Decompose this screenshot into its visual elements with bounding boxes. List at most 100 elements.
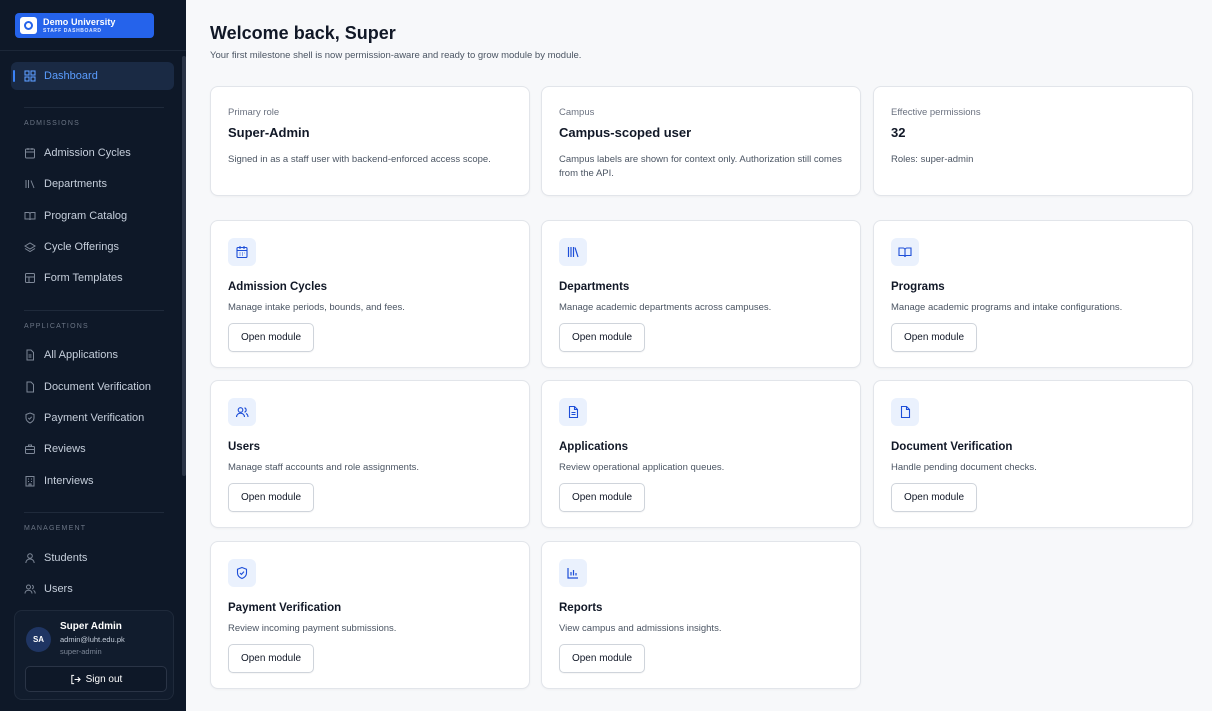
sidebar-item-label: Program Catalog	[44, 210, 128, 222]
stat-card-campus: Campus Campus-scoped user Campus labels …	[541, 86, 861, 196]
user-role: super-admin	[60, 647, 102, 656]
module-title: Reports	[559, 602, 603, 614]
sidebar-item-label: Dashboard	[44, 70, 98, 82]
brand-title: Demo University	[43, 16, 116, 27]
sidebar-item-label: Reviews	[44, 443, 86, 455]
sidebar-scrollbar[interactable]	[182, 56, 186, 476]
open-module-button[interactable]: Open module	[559, 644, 645, 673]
module-description: View campus and admissions insights.	[559, 623, 722, 634]
page-title: Welcome back, Super	[210, 23, 396, 43]
sidebar-item-label: Cycle Offerings	[44, 241, 119, 253]
sidebar-item-reviews[interactable]: Reviews	[24, 441, 86, 457]
open-module-button[interactable]: Open module	[228, 644, 314, 673]
divider	[0, 50, 186, 51]
section-label-applications: APPLICATIONS	[24, 323, 89, 330]
module-card-departments: Departments Manage academic departments …	[541, 220, 861, 368]
sidebar-item-label: Students	[44, 552, 88, 564]
sidebar-item-admission-cycles[interactable]: Admission Cycles	[24, 145, 131, 161]
sign-out-button[interactable]: Sign out	[25, 666, 167, 692]
sidebar-item-label: All Applications	[44, 349, 118, 361]
divider	[24, 310, 164, 311]
stat-description: Roles: super-admin	[891, 154, 974, 165]
open-module-button[interactable]: Open module	[228, 483, 314, 512]
module-title: Document Verification	[891, 441, 1013, 453]
open-module-button[interactable]: Open module	[559, 483, 645, 512]
file-text-icon	[559, 398, 587, 426]
stat-card-permissions: Effective permissions 32 Roles: super-ad…	[873, 86, 1193, 196]
stat-label: Primary role	[228, 107, 280, 118]
sidebar-item-users[interactable]: Users	[24, 581, 73, 597]
dashboard-grid-icon	[24, 70, 36, 82]
users-icon	[24, 583, 36, 595]
sidebar-item-payment-verification[interactable]: Payment Verification	[24, 410, 144, 426]
library-icon	[24, 178, 36, 190]
user-icon	[24, 552, 36, 564]
open-module-button[interactable]: Open module	[228, 323, 314, 352]
building-icon	[24, 475, 36, 487]
form-template-icon	[24, 272, 36, 284]
shield-check-icon	[24, 412, 36, 424]
users-icon	[228, 398, 256, 426]
module-description: Manage academic departments across campu…	[559, 302, 772, 313]
module-title: Departments	[559, 281, 630, 293]
module-card-document-verification: Document Verification Handle pending doc…	[873, 380, 1193, 528]
divider	[24, 107, 164, 108]
layers-icon	[24, 241, 36, 253]
stat-description: Campus labels are shown for context only…	[559, 154, 842, 179]
sign-out-icon	[70, 674, 81, 684]
open-module-button[interactable]: Open module	[891, 483, 977, 512]
sidebar-item-label: Form Templates	[44, 272, 123, 284]
module-card-admission-cycles: Admission Cycles Manage intake periods, …	[210, 220, 530, 368]
avatar: SA	[26, 627, 51, 652]
module-title: Payment Verification	[228, 602, 342, 614]
sidebar-item-program-catalog[interactable]: Program Catalog	[24, 208, 127, 224]
bar-chart-icon	[559, 559, 587, 587]
stat-label: Effective permissions	[891, 107, 981, 118]
shield-check-icon	[228, 559, 256, 587]
calendar-icon	[228, 238, 256, 266]
open-module-button[interactable]: Open module	[559, 323, 645, 352]
sidebar-item-document-verification[interactable]: Document Verification	[24, 379, 151, 395]
module-title: Admission Cycles	[228, 281, 328, 293]
module-description: Review operational application queues.	[559, 462, 725, 473]
file-text-icon	[24, 349, 36, 361]
module-description: Review incoming payment submissions.	[228, 623, 397, 634]
module-card-reports: Reports View campus and admissions insig…	[541, 541, 861, 689]
open-module-button[interactable]: Open module	[891, 323, 977, 352]
section-label-management: MANAGEMENT	[24, 525, 87, 532]
module-title: Programs	[891, 281, 945, 293]
sidebar-item-all-applications[interactable]: All Applications	[24, 347, 118, 363]
sidebar-item-label: Interviews	[44, 475, 94, 487]
user-name: Super Admin	[60, 621, 122, 632]
sidebar-item-interviews[interactable]: Interviews	[24, 473, 94, 489]
module-card-users: Users Manage staff accounts and role ass…	[210, 380, 530, 528]
sidebar: Demo University STAFF DASHBOARD Dashboar…	[0, 0, 186, 711]
sidebar-item-students[interactable]: Students	[24, 550, 87, 566]
active-indicator	[13, 70, 15, 82]
brand-subtitle: STAFF DASHBOARD	[43, 27, 102, 34]
sidebar-item-dashboard[interactable]: Dashboard	[11, 62, 174, 90]
page-subtitle: Your first milestone shell is now permis…	[210, 50, 582, 61]
briefcase-icon	[24, 443, 36, 455]
stat-card-primary-role: Primary role Super-Admin Signed in as a …	[210, 86, 530, 196]
user-card: SA Super Admin admin@luht.edu.pk super-a…	[14, 610, 174, 700]
sidebar-item-cycle-offerings[interactable]: Cycle Offerings	[24, 239, 119, 255]
book-open-icon	[24, 210, 36, 222]
library-icon	[559, 238, 587, 266]
brand-logo[interactable]: Demo University STAFF DASHBOARD	[15, 13, 154, 38]
university-logo-icon	[20, 17, 37, 34]
stat-description: Signed in as a staff user with backend-e…	[228, 154, 491, 165]
module-description: Handle pending document checks.	[891, 462, 1037, 473]
module-card-programs: Programs Manage academic programs and in…	[873, 220, 1193, 368]
module-description: Manage academic programs and intake conf…	[891, 302, 1123, 313]
divider	[24, 512, 164, 513]
sidebar-item-departments[interactable]: Departments	[24, 176, 107, 192]
module-description: Manage intake periods, bounds, and fees.	[228, 302, 405, 313]
file-check-icon	[891, 398, 919, 426]
file-check-icon	[24, 381, 36, 393]
module-card-applications: Applications Review operational applicat…	[541, 380, 861, 528]
user-email: admin@luht.edu.pk	[60, 635, 125, 644]
sidebar-item-label: Users	[44, 583, 73, 595]
sidebar-item-form-templates[interactable]: Form Templates	[24, 270, 123, 286]
stat-value: 32	[891, 125, 906, 140]
